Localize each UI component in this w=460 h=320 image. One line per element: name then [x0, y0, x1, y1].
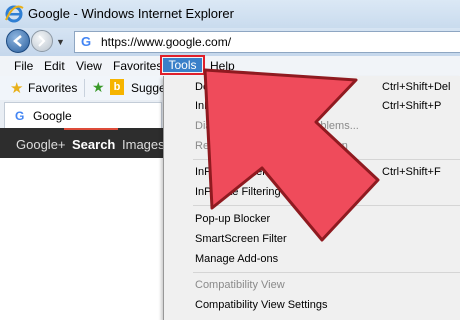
tab-label: Google — [33, 109, 72, 123]
title-bar: Google - Windows Internet Explorer — [0, 0, 460, 28]
navigation-bar: ▼ G https://www.google.com/ — [0, 28, 460, 56]
internet-explorer-icon — [5, 5, 24, 23]
shortcut-inprivate-browsing: Ctrl+Shift+P — [382, 100, 442, 112]
images-link[interactable]: Images — [122, 137, 165, 152]
window-title: Google - Windows Internet Explorer — [28, 6, 234, 21]
add-to-favorites-icon[interactable]: ★ — [92, 79, 105, 96]
shortcut-delete-history: Ctrl+Shift+Del — [382, 81, 451, 93]
menu-tools-highlight[interactable]: Tools — [160, 55, 205, 75]
favorites-separator — [84, 79, 85, 97]
menu-view[interactable]: View — [76, 59, 102, 73]
menu-item-delete-history[interactable]: Delete Browsing History... — [195, 81, 321, 93]
menu-tools[interactable]: Tools — [163, 58, 202, 72]
menu-edit[interactable]: Edit — [44, 59, 65, 73]
menu-separator — [193, 159, 460, 160]
menu-separator — [193, 272, 460, 273]
menu-item-manage-addons[interactable]: Manage Add-ons — [195, 253, 278, 265]
menu-item-reopen-session[interactable]: Reopen Last Browsing Session — [195, 140, 348, 152]
menu-item-compat-view-settings[interactable]: Compatibility View Settings — [195, 299, 327, 311]
menu-favorites[interactable]: Favorites — [113, 59, 162, 73]
menu-item-compat-view[interactable]: Compatibility View — [195, 279, 285, 291]
menu-item-popup-blocker[interactable]: Pop-up Blocker — [195, 213, 270, 225]
tools-menu: Delete Browsing History... Ctrl+Shift+De… — [163, 76, 460, 320]
chevron-down-icon[interactable]: ▼ — [56, 37, 65, 47]
arrow-right-icon — [38, 35, 46, 47]
arrow-left-icon — [13, 35, 22, 47]
menu-separator — [193, 205, 460, 206]
google-plus-link[interactable]: Google+ — [16, 137, 66, 152]
search-link[interactable]: Search — [72, 137, 115, 152]
menu-item-diagnose[interactable]: Diagnose Connection Problems... — [195, 120, 359, 132]
menu-item-inprivate-filtering[interactable]: InPrivate Filtering — [195, 166, 281, 178]
back-button[interactable] — [6, 29, 30, 53]
favorites-button[interactable]: Favorites — [28, 81, 77, 95]
google-g-icon: G — [81, 34, 92, 49]
forward-button[interactable] — [31, 30, 53, 52]
google-g-icon: G — [15, 109, 25, 123]
menu-item-smartscreen[interactable]: SmartScreen Filter — [195, 233, 287, 245]
tab-google[interactable]: G Google — [4, 102, 162, 129]
menu-item-inprivate-filtering-settings[interactable]: InPrivate Filtering Settings — [195, 186, 323, 198]
url-text[interactable]: https://www.google.com/ — [101, 35, 231, 49]
menu-help[interactable]: Help — [210, 59, 235, 73]
menu-item-inprivate-browsing[interactable]: InPrivate Browsing — [195, 100, 287, 112]
address-bar[interactable]: G https://www.google.com/ — [74, 31, 460, 53]
bing-icon: b — [110, 79, 124, 95]
menu-bar: File Edit View Favorites Help — [0, 56, 460, 77]
shortcut-inprivate-filtering: Ctrl+Shift+F — [382, 166, 441, 178]
active-indicator — [64, 128, 118, 130]
favorites-star-icon[interactable]: ★ — [10, 79, 23, 97]
menu-file[interactable]: File — [14, 59, 33, 73]
